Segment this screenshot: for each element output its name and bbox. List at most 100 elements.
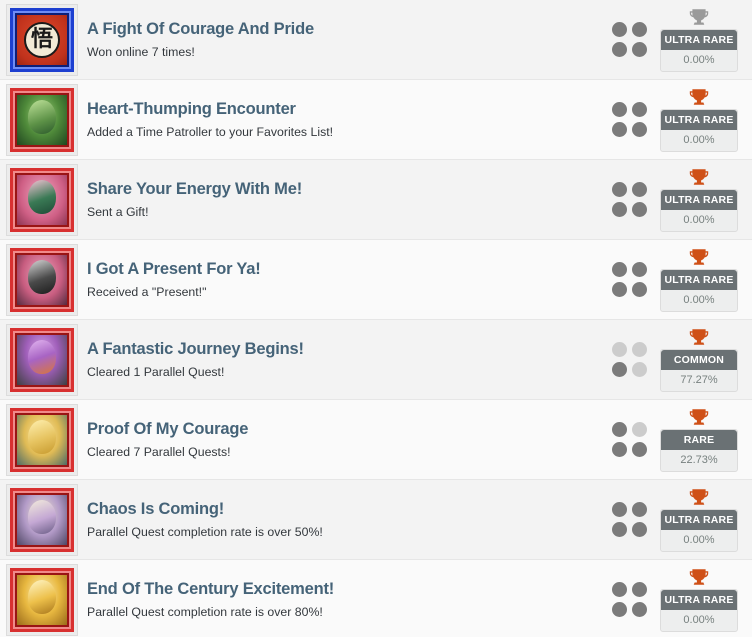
progress-dot [631, 282, 647, 297]
progress-dots [606, 21, 652, 59]
progress-dot [631, 262, 647, 277]
character-portrait [28, 499, 56, 534]
progress-dot [611, 442, 627, 457]
progress-dot [631, 122, 647, 137]
rarity-badge: ULTRA RARE 0.00% [660, 28, 738, 72]
progress-dot [611, 522, 627, 537]
goku-kanji-glyph: 悟 [24, 21, 60, 58]
rarity-badge: ULTRA RARE 0.00% [660, 508, 738, 552]
achievement-info: A Fantastic Journey Begins! Cleared 1 Par… [78, 340, 606, 380]
progress-dot [631, 102, 647, 117]
rarity-label: COMMON [661, 349, 737, 370]
achievement-info: Chaos Is Coming! Parallel Quest completio… [78, 500, 606, 540]
thumbnail-frame [6, 403, 78, 476]
trophy-icon [689, 568, 709, 587]
progress-dot [631, 182, 647, 197]
trophy-row[interactable]: Chaos Is Coming! Parallel Quest completio… [0, 480, 752, 560]
progress-dots [606, 421, 652, 459]
achievement-description: Cleared 1 Parallel Quest! [87, 364, 225, 379]
rarity-column: ULTRA RARE 0.00% [656, 8, 742, 72]
thumbnail-frame [6, 323, 78, 396]
progress-dot [611, 362, 627, 377]
trophy-row[interactable]: Heart-Thumping Encounter Added a Time Pat… [0, 80, 752, 160]
progress-dots [606, 261, 652, 299]
progress-dot [611, 122, 627, 137]
trophy-icon [689, 168, 709, 187]
progress-dots [606, 581, 652, 619]
character-portrait [28, 339, 56, 374]
rarity-label: ULTRA RARE [661, 269, 737, 290]
rarity-percent: 0.00% [683, 133, 715, 146]
rarity-column: ULTRA RARE 0.00% [656, 88, 742, 152]
achievement-description: Received a "Present!" [87, 284, 207, 299]
trophy-icon [689, 248, 709, 267]
rarity-percent: 77.27% [680, 373, 718, 386]
rarity-label: ULTRA RARE [661, 509, 737, 530]
trophy-row[interactable]: Share Your Energy With Me! Sent a Gift! UL… [0, 160, 752, 240]
progress-dot [631, 22, 647, 37]
progress-dots [606, 341, 652, 379]
rarity-column: ULTRA RARE 0.00% [656, 568, 742, 632]
progress-dot [611, 42, 627, 57]
achievement-title: Chaos Is Coming! [87, 499, 225, 518]
trophy-icon [689, 408, 709, 427]
achievement-info: Proof Of My Courage Cleared 7 Parallel Qu… [78, 420, 606, 460]
trophy-achievement-list: 悟 A Fight Of Courage And Pride Won online … [0, 0, 752, 637]
trophy-row[interactable]: Proof Of My Courage Cleared 7 Parallel Qu… [0, 400, 752, 480]
achievement-info: Share Your Energy With Me! Sent a Gift! [78, 180, 606, 220]
rarity-percent: 0.00% [683, 53, 715, 66]
rarity-column: ULTRA RARE 0.00% [656, 488, 742, 552]
trophy-icon [689, 8, 709, 27]
rarity-column: RARE 22.73% [656, 408, 742, 472]
rarity-percent: 0.00% [683, 213, 715, 226]
trophy-icon [689, 328, 709, 347]
trophy-row[interactable]: I Got A Present For Ya! Received a "Prese… [0, 240, 752, 320]
progress-dots [606, 101, 652, 139]
rarity-percent: 22.73% [680, 453, 718, 466]
progress-dot [611, 262, 627, 277]
progress-dot [631, 442, 647, 457]
rarity-label: ULTRA RARE [661, 29, 737, 50]
achievement-title: A Fantastic Journey Begins! [87, 339, 304, 358]
achievement-description: Parallel Quest completion rate is over 8… [87, 604, 323, 619]
progress-dot [631, 582, 647, 597]
progress-dot [611, 502, 627, 517]
progress-dot [631, 362, 647, 377]
rarity-badge: COMMON 77.27% [660, 348, 738, 392]
achievement-description: Parallel Quest completion rate is over 5… [87, 524, 323, 539]
progress-dot [611, 182, 627, 197]
trunks-thumbnail [10, 327, 74, 392]
character-portrait [28, 579, 56, 614]
achievement-description: Sent a Gift! [87, 204, 149, 219]
progress-dots [606, 501, 652, 539]
masked-fighter-thumbnail [10, 247, 74, 312]
achievement-title: I Got A Present For Ya! [87, 259, 261, 278]
great-saiyaman-thumbnail [10, 167, 74, 232]
rarity-percent: 0.00% [683, 613, 715, 626]
trophy-icon [689, 488, 709, 507]
progress-dot [631, 202, 647, 217]
progress-dot [611, 22, 627, 37]
trophy-row[interactable]: A Fantastic Journey Begins! Cleared 1 Par… [0, 320, 752, 400]
character-portrait [28, 99, 56, 134]
trophy-row[interactable]: End Of The Century Excitement! Parallel Q… [0, 560, 752, 637]
rarity-badge: ULTRA RARE 0.00% [660, 588, 738, 632]
progress-dot [631, 42, 647, 57]
rarity-label: ULTRA RARE [661, 189, 737, 210]
achievement-description: Added a Time Patroller to your Favorites… [87, 124, 334, 139]
thumbnail-frame [6, 483, 78, 556]
progress-dot [611, 582, 627, 597]
character-portrait [28, 419, 56, 454]
rarity-column: COMMON 77.27% [656, 328, 742, 392]
rarity-label: ULTRA RARE [661, 589, 737, 610]
achievement-title: Heart-Thumping Encounter [87, 99, 296, 118]
piccolo-thumbnail [10, 87, 74, 152]
rarity-badge: RARE 22.73% [660, 428, 738, 472]
achievement-description: Cleared 7 Parallel Quests! [87, 444, 231, 459]
super-saiyan-thumbnail [10, 407, 74, 472]
achievement-info: A Fight Of Courage And Pride Won online 7… [78, 20, 606, 60]
achievement-title: Proof Of My Courage [87, 419, 249, 438]
thumbnail-frame [6, 243, 78, 316]
trophy-row[interactable]: 悟 A Fight Of Courage And Pride Won online … [0, 0, 752, 80]
rarity-badge: ULTRA RARE 0.00% [660, 268, 738, 312]
